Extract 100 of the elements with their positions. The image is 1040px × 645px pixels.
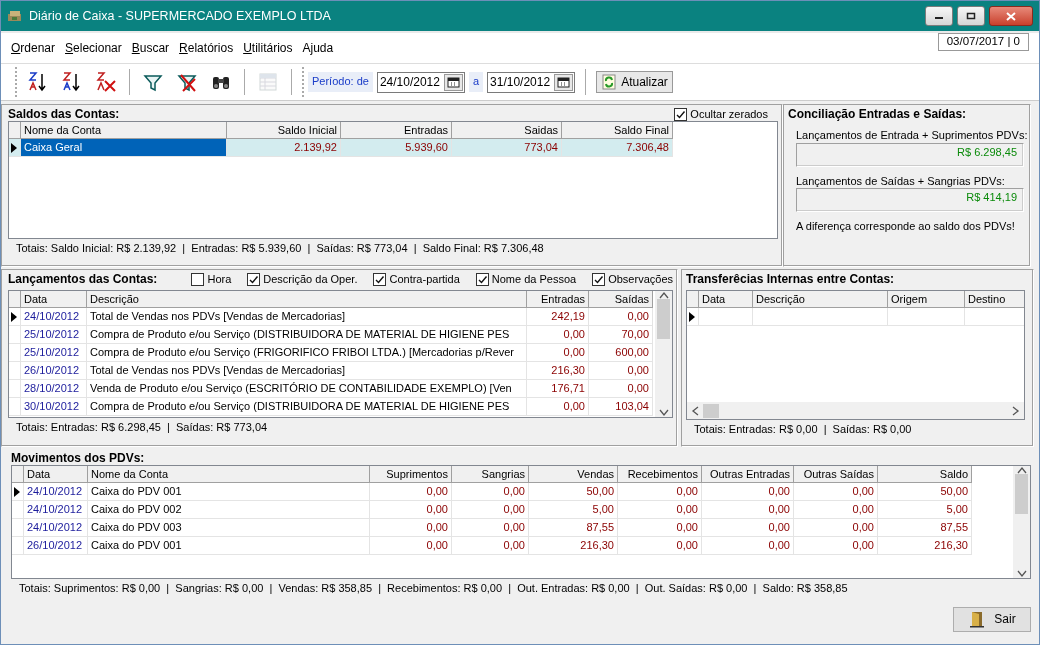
column-header[interactable]: Entradas [341,122,452,140]
table-cell: 0,00 [452,537,529,556]
checkbox[interactable]: Observações [592,272,673,286]
table-cell: 0,00 [618,537,702,556]
table-cell: 5,00 [529,501,618,520]
calendar-icon[interactable] [557,76,571,88]
menu-item[interactable]: Relatórios [179,40,234,56]
date-field[interactable]: 31/10/2012 [487,71,576,93]
minimize-button[interactable] [925,6,953,26]
table-cell: 242,19 [527,308,589,327]
table-cell: Caixa Geral [21,139,227,158]
totals-text: Totais: Saldo Inicial: R$ 2.139,92 | Entradas: R$ 5.939,60 | Saídas: R$ 773,04 | Saldo Final: R$ 7.306,48 [15,241,545,257]
table-cell: 2.139,92 [227,139,341,158]
menu-item[interactable]: Selecionar [65,40,122,56]
check-icon [374,273,386,285]
column-header[interactable]: Saldo Final [562,122,673,140]
menu-item[interactable]: Ordenar [11,40,56,56]
value-field: R$ 414,19 [796,187,1024,212]
table-cell: 0,00 [452,483,529,502]
date-field[interactable]: 24/10/2012 [376,71,465,93]
table-cell: 0,00 [370,537,452,556]
table-cell: 70,00 [589,326,653,345]
column-header[interactable]: Recebimentos [618,466,702,484]
clear-sort-icon[interactable] [95,71,117,93]
table-cell: 5,00 [878,501,972,520]
table-cell: 0,00 [589,362,653,381]
table-cell: 24/10/2012 [21,308,87,327]
column-header[interactable]: Saídas [589,291,653,309]
table-cell: 216,30 [878,537,972,556]
checkbox[interactable]: Ocultar zerados [674,107,768,121]
table-cell: 0,00 [794,501,878,520]
table-cell: Compra de Produto e/ou Serviço (DISTRIBUIDORA DE MATERIAL DE HIGIENE PES [87,398,527,417]
sort-descending-icon[interactable] [61,71,83,93]
column-header[interactable]: Data [21,291,87,309]
app-icon [7,9,23,23]
column-header[interactable]: Origem [888,291,965,309]
table-cell: 0,00 [589,308,653,327]
maximize-icon [966,12,976,20]
table-cell: Compra de Produto e/ou Serviço (DISTRIBUIDORA DE MATERIAL DE HIGIENE PES [87,326,527,345]
calendar-icon[interactable] [446,76,460,88]
exit-button[interactable]: Sair [953,606,1031,632]
column-header[interactable]: Descrição [753,291,888,309]
column-header[interactable]: Nome da Conta [21,122,227,140]
column-header[interactable]: Outras Entradas [702,466,794,484]
table-cell: 0,00 [618,483,702,502]
table-cell: 87,55 [529,519,618,538]
sort-ascending-icon[interactable] [27,71,49,93]
table-cell: 26/10/2012 [24,537,88,556]
checkbox[interactable]: Hora [191,272,232,286]
table-cell: 30/10/2012 [21,398,87,417]
close-button[interactable] [989,6,1033,26]
checkbox[interactable]: Contra-partida [373,272,460,286]
checkbox[interactable]: Nome da Pessoa [475,272,577,286]
menu-item[interactable]: Ajuda [302,40,334,56]
panel-title: Conciliação Entradas e Saídas: [788,107,968,122]
table-cell: Caixa do PDV 002 [88,501,370,520]
table-cell: 0,00 [794,483,878,502]
table-cell: 0,00 [702,501,794,520]
scrollbar-thumb[interactable] [1015,474,1028,515]
column-header[interactable]: Entradas [527,291,589,309]
check-icon [476,273,488,285]
table-cell: 87,55 [878,519,972,538]
maximize-button[interactable] [957,6,985,26]
table-cell: 24/10/2012 [24,519,88,538]
table-cell: 0,00 [794,537,878,556]
column-header[interactable]: Suprimentos [370,466,452,484]
table-cell: 25/10/2012 [21,344,87,363]
refresh-button[interactable]: Atualizar [596,71,673,93]
checkbox[interactable]: Descrição da Oper. [247,272,358,286]
table-cell: Compra de Produto e/ou Serviço (FRIGORIFICO FRIBOI LTDA.) [Mercadorias p/Rever [87,344,527,363]
table-cell: 103,04 [589,398,653,417]
totals-text: Totais: Entradas: R$ 6.298,45 | Saídas: R$ 773,04 [15,420,269,436]
table-cell: 0,00 [452,519,529,538]
column-header[interactable]: Nome da Conta [88,466,370,484]
column-header[interactable]: Descrição [87,291,527,309]
column-header[interactable]: Data [699,291,753,309]
table-cell: 0,00 [702,537,794,556]
table-cell: 5.939,60 [341,139,452,158]
scrollbar-thumb[interactable] [703,403,719,418]
column-header[interactable]: Destino [965,291,1024,309]
table-cell: 216,30 [529,537,618,556]
table-cell: 7.306,48 [562,139,673,158]
table-cell: 0,00 [370,483,452,502]
table-cell: 24/10/2012 [24,483,88,502]
table-cell: 0,00 [702,519,794,538]
column-header[interactable]: Saldo [878,466,972,484]
table-cell: 50,00 [529,483,618,502]
column-header[interactable]: Outras Saídas [794,466,878,484]
scrollbar-thumb[interactable] [657,299,670,340]
menu-item[interactable]: Buscar [131,40,170,56]
column-header[interactable]: Saidas [452,122,562,140]
field-label: Lançamentos de Saídas + Sangrias PDVs: [796,174,1006,188]
table-cell: Venda de Produto e/ou Serviço (ESCRITÓRIO DE CONTABILIDADE EXEMPLO) [Ven [87,380,527,399]
column-header[interactable]: Vendas [529,466,618,484]
menu-item[interactable]: Utilitários [243,40,293,56]
column-header[interactable]: Saldo Inicial [227,122,341,140]
column-header[interactable]: Data [24,466,88,484]
column-header[interactable]: Sangrias [452,466,529,484]
period-label: a [468,72,484,92]
table-cell: 0,00 [589,380,653,399]
